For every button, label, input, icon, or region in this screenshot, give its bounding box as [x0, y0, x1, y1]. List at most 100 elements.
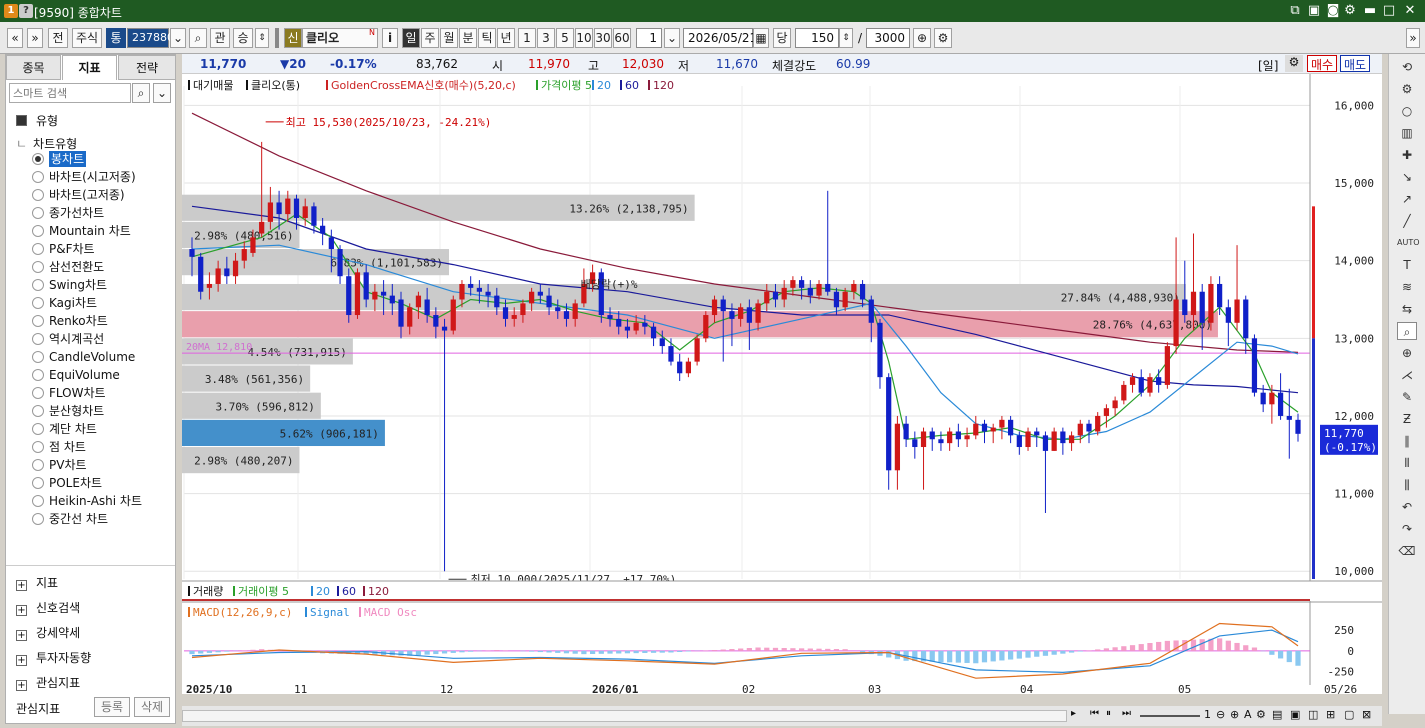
chart-type-item[interactable]: CandleVolume — [49, 349, 135, 365]
interval-tab-5[interactable]: 60 — [613, 28, 631, 48]
radio-icon[interactable] — [32, 459, 44, 471]
maximize-icon[interactable]: □ — [1380, 2, 1398, 20]
info-button[interactable]: i — [382, 28, 398, 48]
save-icon[interactable]: ▣ — [1305, 2, 1323, 20]
delete-button[interactable]: 삭제 — [134, 697, 170, 717]
chart-type-item[interactable]: Swing차트 — [49, 277, 107, 293]
trend-line-icon[interactable]: ↘ — [1397, 168, 1417, 186]
undo-icon[interactable]: ↶ — [1397, 498, 1417, 516]
radio-icon[interactable] — [32, 495, 44, 507]
chart-add-icon[interactable]: ◫ — [1308, 708, 1318, 721]
chart-svg[interactable]: 13.26% (2,138,795)2.98% (480,516)6.83% (… — [182, 74, 1382, 694]
scroll-track[interactable] — [182, 710, 1067, 722]
collapse-icon[interactable]: ⌄ — [153, 83, 171, 103]
radio-icon[interactable] — [32, 405, 44, 417]
period-tab-2[interactable]: 월 — [440, 28, 458, 48]
radio-icon[interactable] — [32, 153, 44, 165]
link-icon[interactable]: ⧉ — [1286, 2, 1304, 20]
interval-tab-0[interactable]: 1 — [518, 28, 536, 48]
chart-type-item[interactable]: Kagi차트 — [49, 295, 97, 311]
zigzag-icon[interactable]: Ƶ — [1397, 410, 1417, 428]
radio-icon[interactable] — [32, 333, 44, 345]
code-dropdown-icon[interactable]: ⌄ — [170, 28, 186, 48]
zoom-slider[interactable] — [1140, 715, 1200, 717]
tab-stocks[interactable]: 종목 — [6, 55, 61, 80]
zoom-out-icon[interactable]: ⊖ — [1216, 708, 1225, 721]
period-tab-3[interactable]: 분 — [459, 28, 477, 48]
close-panel-icon[interactable]: ⊠ — [1362, 708, 1371, 721]
radio-icon[interactable] — [32, 351, 44, 363]
sell-button[interactable]: 매도 — [1340, 55, 1370, 72]
section-item[interactable]: + 지표 — [16, 574, 58, 591]
settings-icon[interactable]: ⚙ — [1341, 2, 1359, 20]
auto-icon[interactable]: AUTO — [1397, 234, 1420, 252]
settings-gear-icon[interactable]: ⚙ — [934, 28, 952, 48]
text-icon[interactable]: T — [1397, 256, 1417, 274]
last-icon[interactable]: ⏭ — [1122, 708, 1131, 719]
chart-type-item[interactable]: Renko차트 — [49, 313, 108, 329]
radio-icon[interactable] — [32, 477, 44, 489]
search-icon[interactable]: ⌕ — [189, 28, 207, 48]
chart-area[interactable]: 13.26% (2,138,795) 2.98% (480,516) 6.83% (… — [182, 74, 1382, 694]
radio-icon[interactable] — [32, 243, 44, 255]
spin-icon[interactable]: ⇕ — [255, 28, 269, 48]
radio-icon[interactable] — [32, 261, 44, 273]
tab-indicators[interactable]: 지표 — [62, 55, 117, 80]
chart-type-item[interactable]: 계단 차트 — [49, 421, 97, 437]
period-tab-0[interactable]: 일 — [402, 28, 420, 48]
help-icon[interactable]: ? — [19, 4, 33, 18]
seung-button[interactable]: 승 — [233, 28, 253, 48]
radio-icon[interactable] — [32, 315, 44, 327]
bar-chart-icon[interactable]: ▥ — [1397, 124, 1417, 142]
radio-icon[interactable] — [32, 189, 44, 201]
minimize-icon[interactable]: ▬ — [1361, 2, 1379, 20]
interval-input[interactable]: 1 — [636, 28, 662, 48]
chart-type-item[interactable]: P&F차트 — [49, 241, 95, 257]
section-item[interactable]: + 투자자동향 — [16, 649, 91, 666]
max-count-input[interactable]: 3000 — [866, 28, 910, 48]
interval-tab-3[interactable]: 10 — [575, 28, 593, 48]
magnet-icon[interactable]: ⊕ — [1397, 344, 1417, 362]
close-icon[interactable]: ✕ — [1401, 2, 1419, 20]
crosshair-icon[interactable]: ✚ — [1397, 146, 1417, 164]
watch-button[interactable]: 관 — [210, 28, 230, 48]
tong-button[interactable]: 통 — [106, 28, 126, 48]
dang-button[interactable]: 당 — [773, 28, 791, 48]
expand-icon[interactable]: » — [1406, 28, 1420, 48]
chart-type-item[interactable]: 봉차트 — [49, 151, 87, 167]
chart-type-item[interactable]: 분산형차트 — [49, 403, 104, 419]
interval-tab-4[interactable]: 30 — [594, 28, 612, 48]
section-type[interactable]: 유형 — [16, 112, 58, 129]
chart-type-item[interactable]: 점 차트 — [49, 439, 86, 455]
date-input[interactable]: 2026/05/21 — [683, 28, 757, 48]
radio-icon[interactable] — [32, 297, 44, 309]
trash-icon[interactable]: ⌫ — [1397, 542, 1417, 560]
vertical-lines-icon[interactable]: ⫼ — [1397, 476, 1417, 494]
calendar-icon[interactable]: ▦ — [753, 28, 769, 48]
period-tab-4[interactable]: 틱 — [478, 28, 496, 48]
redo-icon[interactable]: ↷ — [1397, 520, 1417, 538]
ray-icon[interactable]: ↗ — [1397, 190, 1417, 208]
all-button[interactable]: 전 — [48, 28, 68, 48]
chart-type-item[interactable]: 삼선전환도 — [49, 259, 104, 275]
radio-icon[interactable] — [32, 225, 44, 237]
zoom-in-icon[interactable]: ⊕ — [1230, 708, 1239, 721]
smart-search-input[interactable] — [9, 83, 131, 103]
interval-tab-1[interactable]: 3 — [537, 28, 555, 48]
radio-icon[interactable] — [32, 207, 44, 219]
chart-type-item[interactable]: POLE차트 — [49, 475, 102, 491]
scroll-right-icon[interactable]: ▸ — [1071, 708, 1076, 719]
config-icon[interactable]: ⚙ — [1256, 708, 1266, 721]
chart-type-item[interactable]: PV차트 — [49, 457, 87, 473]
next-stock-button[interactable]: » — [27, 28, 43, 48]
radio-icon[interactable] — [32, 513, 44, 525]
gear-icon[interactable]: ⚙ — [1397, 80, 1417, 98]
first-icon[interactable]: ⏮ — [1090, 708, 1099, 719]
register-button[interactable]: 등록 — [94, 697, 130, 717]
radio-icon[interactable] — [32, 171, 44, 183]
grid-icon[interactable]: ⊞ — [1326, 708, 1335, 721]
fibonacci-icon[interactable]: ≋ — [1397, 278, 1417, 296]
market-type-button[interactable]: 주식 — [72, 28, 102, 48]
radio-icon[interactable] — [32, 369, 44, 381]
prev-stock-button[interactable]: « — [7, 28, 23, 48]
